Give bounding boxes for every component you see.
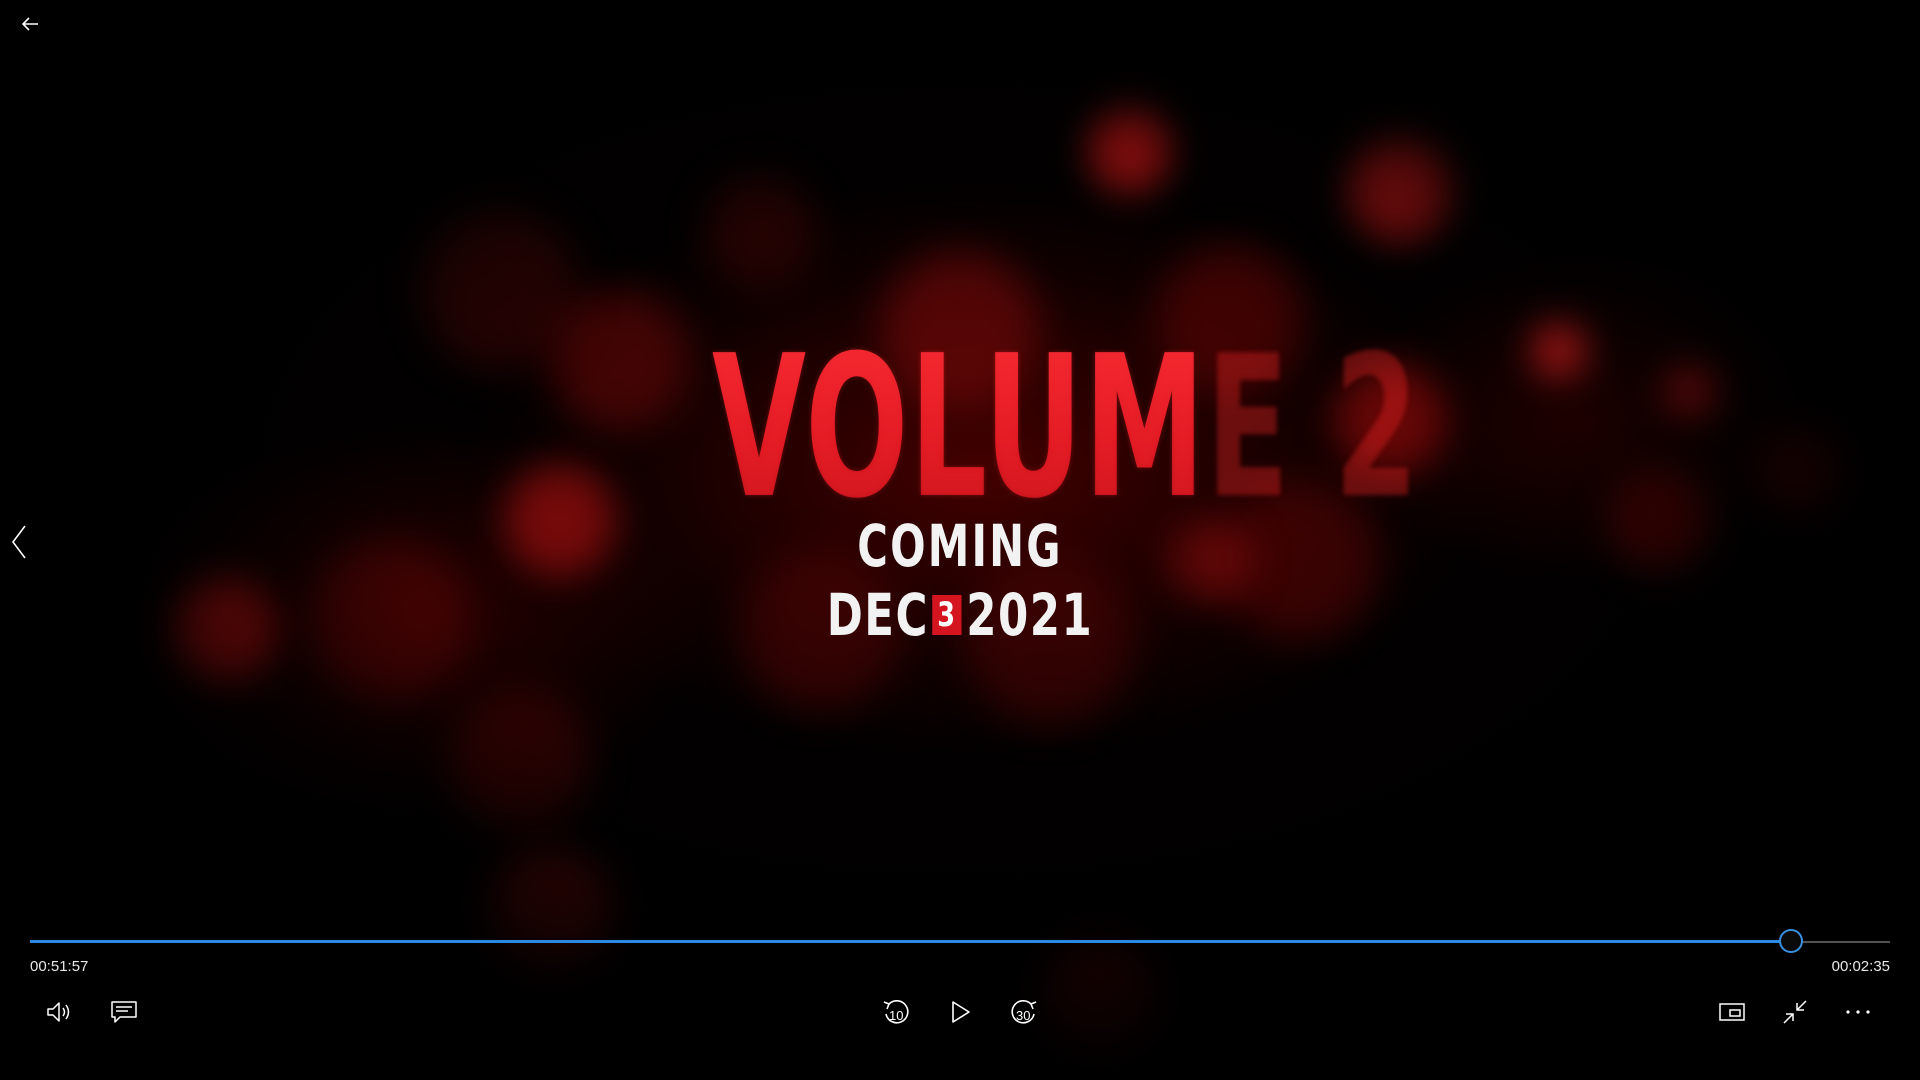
video-subtitle-text: COMING	[857, 512, 1063, 580]
exit-fullscreen-icon	[1782, 999, 1808, 1025]
volume-icon	[45, 1000, 75, 1024]
seek-bar[interactable]	[30, 929, 1890, 953]
skip-forward-button[interactable]: 30	[1002, 990, 1046, 1034]
remaining-time: 00:02:35	[1831, 958, 1890, 975]
mini-view-button[interactable]	[1710, 990, 1754, 1034]
video-title-text: VOLUME 2	[712, 314, 1420, 542]
video-release-date: DEC 3 2021	[660, 582, 1260, 648]
play-icon	[949, 1000, 971, 1024]
more-options-button[interactable]	[1836, 990, 1880, 1034]
skip-back-10-icon: 10	[880, 996, 912, 1028]
seek-progress	[30, 940, 1790, 943]
skip-back-seconds-label: 10	[889, 1008, 904, 1023]
exit-fullscreen-button[interactable]	[1773, 990, 1817, 1034]
release-year: 2021	[966, 581, 1094, 649]
elapsed-time: 00:51:57	[30, 958, 89, 975]
video-player[interactable]: VOLUME 2 COMING DEC 3 2021 00:51:57 00:02:…	[0, 0, 1920, 1080]
seek-thumb[interactable]	[1778, 929, 1803, 953]
more-options-icon	[1845, 1009, 1871, 1015]
mini-view-icon	[1718, 1002, 1746, 1022]
skip-forward-seconds-label: 30	[1016, 1008, 1031, 1023]
chevron-left-icon	[9, 524, 29, 560]
captions-button[interactable]	[102, 990, 146, 1034]
play-button[interactable]	[938, 990, 982, 1034]
back-button[interactable]	[12, 6, 48, 42]
release-month: DEC	[826, 581, 929, 649]
video-frame-title-card: VOLUME 2 COMING DEC 3 2021	[560, 314, 1420, 648]
skip-forward-30-icon: 30	[1008, 996, 1040, 1028]
release-day: 3	[931, 594, 962, 635]
volume-button[interactable]	[38, 990, 82, 1034]
previous-button[interactable]	[4, 520, 34, 564]
captions-icon	[110, 1000, 138, 1024]
back-arrow-icon	[20, 14, 40, 34]
skip-back-button[interactable]: 10	[874, 990, 918, 1034]
